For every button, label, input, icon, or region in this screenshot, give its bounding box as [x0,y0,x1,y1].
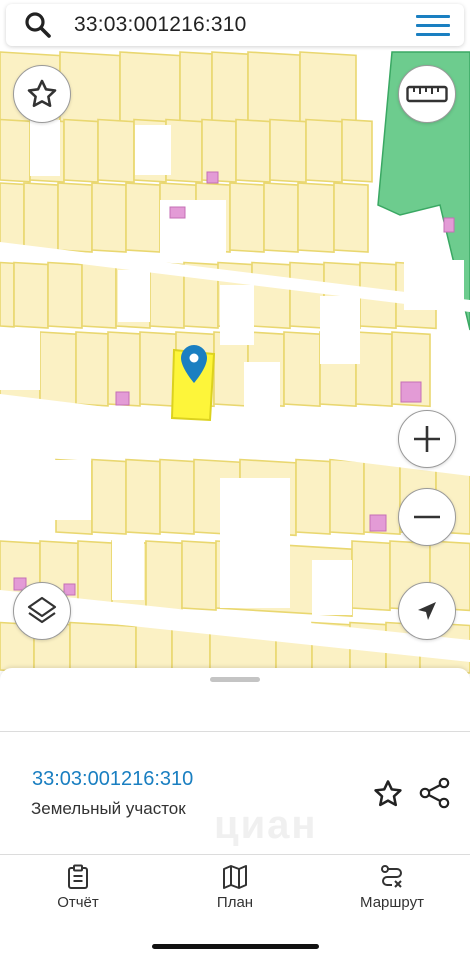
zoom-out-button[interactable] [398,488,456,546]
home-indicator [152,944,319,949]
unregistered-area [55,460,91,520]
unregistered-area [220,478,290,608]
unregistered-area [320,296,360,364]
parcel [329,458,365,535]
route-icon [381,865,402,888]
parcel [333,182,369,253]
parcel [355,331,393,408]
my-location-button[interactable] [398,582,456,640]
parcel [47,261,83,329]
nav-plan[interactable]: План [175,864,295,924]
building [169,206,186,219]
parcel [251,261,291,330]
nav-report[interactable]: Отчёт [18,864,138,924]
parcel [63,118,99,183]
parcel-cadastral-number[interactable]: 33:03:001216:310 [32,768,193,791]
parcel [289,261,325,329]
watermark: циан [214,803,318,847]
parcel [211,51,249,126]
parcel-info-sheet: циан 33:03:001216:310 Земельный участок … [0,668,470,960]
map-plan-icon [223,865,247,889]
unregistered-area [112,540,144,600]
nav-route[interactable]: Маршрут [332,864,452,924]
menu-icon[interactable] [416,13,450,39]
parcel [125,182,161,253]
star-icon [27,79,57,108]
layers-icon [27,596,57,624]
parcel [23,182,59,253]
parcel [181,540,217,611]
parcel [57,182,93,253]
plus-icon [414,426,440,452]
divider [0,731,470,732]
parcel [247,51,301,126]
nav-plan-label: План [216,894,254,911]
parcel-type-label: Земельный участок [31,799,186,818]
unregistered-area [312,560,352,615]
parcel [305,118,343,184]
building [400,381,422,403]
zoom-in-button[interactable] [398,410,456,468]
report-clipboard-icon [68,864,88,889]
search-input[interactable]: 33:03:001216:310 [74,13,247,37]
parcel [179,51,213,125]
building [206,171,219,184]
layers-button[interactable] [13,582,71,640]
parcel [283,331,321,408]
search-icon[interactable] [24,11,52,39]
navigation-arrow-icon [418,602,436,620]
parcel [0,182,25,253]
unregistered-area [135,125,171,175]
minus-icon [414,515,440,519]
parcel [0,118,31,183]
building [369,514,387,532]
search-bar[interactable]: 33:03:001216:310 [6,4,464,46]
parcel [135,621,173,674]
ruler-icon [406,85,448,103]
favorite-star-icon[interactable] [372,778,404,810]
parcel [125,458,161,535]
parcel [81,261,117,329]
unregistered-area [30,120,60,176]
favorite-map-button[interactable] [13,65,71,123]
parcel [0,261,15,328]
sheet-drag-handle[interactable] [210,677,260,682]
unregistered-area [244,362,280,424]
parcel [351,540,391,612]
parcel [295,458,331,535]
parcel [139,331,177,408]
parcel [341,118,373,183]
parcel [165,118,203,184]
parcel [39,331,77,408]
unregistered-area [118,270,150,322]
parcel [119,51,181,127]
parcel [97,118,135,184]
parcel [159,458,195,535]
unregistered-area [220,285,254,345]
parcel [69,621,137,675]
parcel [269,118,307,184]
building [115,391,130,406]
building [443,217,455,233]
location-pin-dot [189,353,199,363]
parcel [297,182,335,254]
divider [0,854,470,855]
parcel [91,458,127,535]
parcel [263,182,299,253]
parcel [91,182,127,253]
unregistered-area [0,330,40,390]
parcel [145,540,183,612]
nav-report-label: Отчёт [57,894,99,911]
parcel [299,51,357,127]
nav-route-label: Маршрут [360,894,424,911]
ruler-button[interactable] [398,65,456,123]
share-icon[interactable] [418,776,452,810]
parcel [75,331,109,407]
parcel [13,261,49,329]
parcel [229,182,265,253]
parcel [235,118,271,183]
